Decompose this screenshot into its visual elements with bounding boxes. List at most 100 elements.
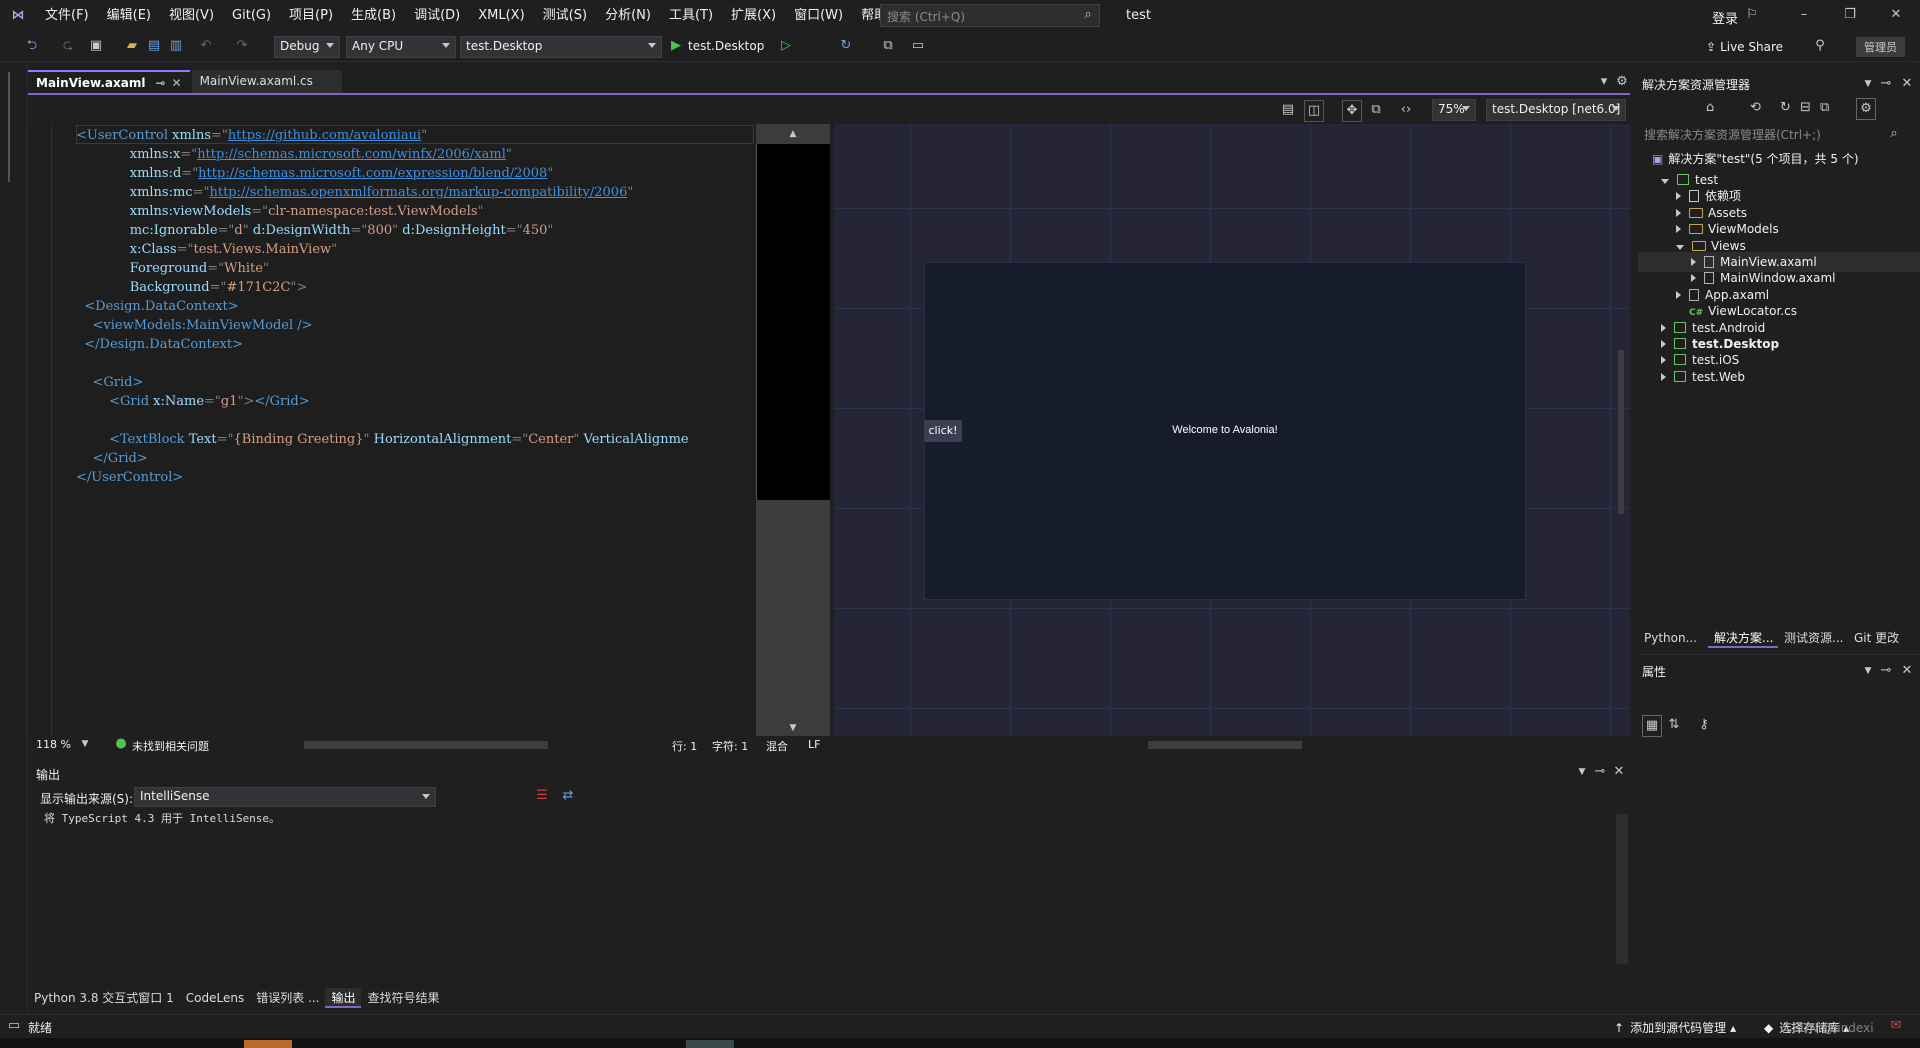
copy-icon[interactable]: ⧉: [1820, 98, 1829, 118]
forward-icon[interactable]: ⮎: [58, 36, 78, 56]
solution-bottom-tab[interactable]: Python...: [1638, 628, 1708, 648]
run-button[interactable]: test.Desktop: [688, 39, 764, 53]
save-icon[interactable]: ▤: [144, 36, 164, 56]
eol-indicator[interactable]: LF: [808, 738, 820, 751]
properties-pin-icon[interactable]: ⊸: [1880, 661, 1892, 681]
word-wrap-icon[interactable]: ⇄: [558, 786, 578, 806]
menu-item[interactable]: 文件(F): [36, 0, 98, 32]
menu-item[interactable]: 工具(T): [660, 0, 722, 32]
collapsed-arrow-icon[interactable]: [1676, 192, 1681, 201]
output-pin-icon[interactable]: ⊸: [1594, 762, 1606, 782]
code-line[interactable]: mc:Ignorable="d" d:DesignWidth="800" d:D…: [76, 221, 689, 240]
fit-icon[interactable]: ✥: [1342, 100, 1362, 122]
startup-project-dropdown[interactable]: test.Desktop: [460, 36, 662, 58]
menu-item[interactable]: 项目(P): [280, 0, 342, 32]
output-source-dropdown[interactable]: IntelliSense: [134, 787, 436, 807]
run-without-debug-icon[interactable]: ▷: [778, 36, 794, 56]
clear-all-icon[interactable]: ☰: [532, 786, 552, 806]
server-explorer-tab[interactable]: [8, 72, 20, 182]
bottom-tool-tab[interactable]: 查找符号结果: [361, 988, 445, 1008]
redo-icon[interactable]: ↷: [232, 36, 252, 56]
property-pages-icon[interactable]: ⚷: [1694, 715, 1714, 735]
solution-node[interactable]: ▣ 解决方案"test"(5 个项目，共 5 个): [1652, 150, 1859, 167]
collapsed-arrow-icon[interactable]: [1691, 274, 1696, 283]
collapsed-arrow-icon[interactable]: [1661, 340, 1666, 348]
bottom-tool-tab[interactable]: 输出: [325, 988, 362, 1008]
settings-icon[interactable]: ⚙: [1614, 72, 1630, 92]
minimap-viewport[interactable]: [756, 144, 830, 500]
code-line[interactable]: Background="#171C2C">: [76, 278, 689, 297]
save-all-icon[interactable]: ▥: [166, 36, 186, 56]
new-project-icon[interactable]: ▣: [86, 36, 106, 56]
code-line[interactable]: xmlns:viewModels="clr-namespace:test.Vie…: [76, 202, 689, 221]
preview-click-button[interactable]: click!: [924, 420, 962, 442]
collapsed-arrow-icon[interactable]: [1676, 225, 1681, 234]
settings-toolbar-icon[interactable]: ⚙: [1856, 98, 1876, 120]
minimize-icon[interactable]: –: [1794, 5, 1814, 25]
close-icon[interactable]: ✕: [1886, 5, 1906, 25]
run-icon[interactable]: ▶: [668, 36, 684, 56]
output-menu-icon[interactable]: ▼: [1576, 762, 1588, 782]
zoom-level[interactable]: 118 %: [36, 738, 71, 751]
zoom-dropdown-icon[interactable]: ▼: [78, 734, 92, 754]
solution-search-icon[interactable]: ⌕: [1886, 124, 1902, 144]
code-line[interactable]: <Grid>: [76, 373, 689, 392]
sync-icon[interactable]: ⟲: [1750, 98, 1761, 118]
login-link[interactable]: 登录: [1712, 8, 1738, 27]
panel-menu-icon[interactable]: ▼: [1862, 74, 1874, 94]
bottom-tool-tab[interactable]: 错误列表 ...: [250, 988, 325, 1008]
code-line[interactable]: <UserControl xmlns="https://github.com/a…: [76, 126, 689, 145]
notifications-icon[interactable]: ✉: [1886, 1016, 1906, 1036]
designer-horizontal-scrollbar[interactable]: [1148, 741, 1302, 749]
code-line[interactable]: <Design.DataContext>: [76, 297, 689, 316]
properties-menu-icon[interactable]: ▼: [1862, 661, 1874, 681]
home-icon[interactable]: ⌂: [1706, 98, 1714, 118]
output-close-icon[interactable]: ✕: [1612, 762, 1626, 782]
split-horizontal-icon[interactable]: ▤: [1278, 100, 1298, 120]
person-icon[interactable]: ⚐: [1744, 5, 1760, 25]
minimap-up-icon[interactable]: ▲: [786, 124, 800, 144]
code-line[interactable]: xmlns:mc="http://schemas.openxmlformats.…: [76, 183, 689, 202]
tree-item[interactable]: test.Web: [1638, 367, 1920, 387]
expanded-arrow-icon[interactable]: [1676, 244, 1684, 250]
properties-close-icon[interactable]: ✕: [1900, 661, 1914, 681]
code-line[interactable]: Foreground="White": [76, 259, 689, 278]
code-line[interactable]: <TextBlock Text="{Binding Greeting}" Hor…: [76, 430, 689, 449]
restore-icon[interactable]: ❐: [1840, 5, 1860, 25]
feedback-icon[interactable]: ⚲: [1810, 36, 1830, 56]
search-icon[interactable]: ⌕: [1078, 5, 1098, 25]
collapsed-arrow-icon[interactable]: [1661, 323, 1666, 332]
code-view-icon[interactable]: ‹›: [1396, 100, 1416, 120]
taskbar-app-1[interactable]: [244, 1040, 292, 1048]
alphabetical-icon[interactable]: ⇅: [1664, 715, 1684, 735]
add-source-control-button[interactable]: ↑ 添加到源代码管理 ▴: [1614, 1019, 1736, 1036]
code-line[interactable]: xmlns:x="http://schemas.microsoft.com/wi…: [76, 145, 689, 164]
taskbar-app-2[interactable]: [686, 1040, 734, 1048]
zoom-dropdown[interactable]: 75%: [1432, 99, 1476, 121]
refresh-icon[interactable]: ↻: [1780, 98, 1791, 118]
menu-item[interactable]: 扩展(X): [722, 0, 785, 32]
swap-panes-icon[interactable]: ⧉: [1366, 100, 1386, 120]
platform-dropdown[interactable]: Any CPU: [346, 36, 456, 58]
search-input[interactable]: 搜索 (Ctrl+Q): [880, 4, 1100, 27]
browse-icon[interactable]: ⧉: [878, 36, 898, 56]
layout-icon[interactable]: ▭: [908, 36, 928, 56]
code-line[interactable]: [76, 411, 689, 430]
solution-bottom-tab[interactable]: 测试资源...: [1778, 628, 1848, 648]
collapsed-arrow-icon[interactable]: [1676, 208, 1681, 217]
menu-item[interactable]: XML(X): [469, 0, 533, 32]
menu-item[interactable]: 调试(D): [405, 0, 469, 32]
tab-overflow-icon[interactable]: ▾: [1596, 72, 1612, 92]
close-tab-icon[interactable]: ✕: [172, 76, 182, 90]
code-content[interactable]: <UserControl xmlns="https://github.com/a…: [76, 126, 689, 487]
menu-item[interactable]: Git(G): [223, 0, 280, 32]
undo-icon[interactable]: ↶: [196, 36, 216, 56]
expanded-arrow-icon[interactable]: [1661, 179, 1669, 184]
bottom-tool-tab[interactable]: Python 3.8 交互式窗口 1: [28, 988, 180, 1008]
menu-item[interactable]: 分析(N): [596, 0, 660, 32]
pin-icon[interactable]: ⊸: [1880, 74, 1892, 94]
code-line[interactable]: <viewModels:MainViewModel />: [76, 316, 689, 335]
menu-item[interactable]: 视图(V): [160, 0, 223, 32]
close-panel-icon[interactable]: ✕: [1900, 74, 1914, 94]
open-folder-icon[interactable]: ▰: [122, 36, 142, 56]
